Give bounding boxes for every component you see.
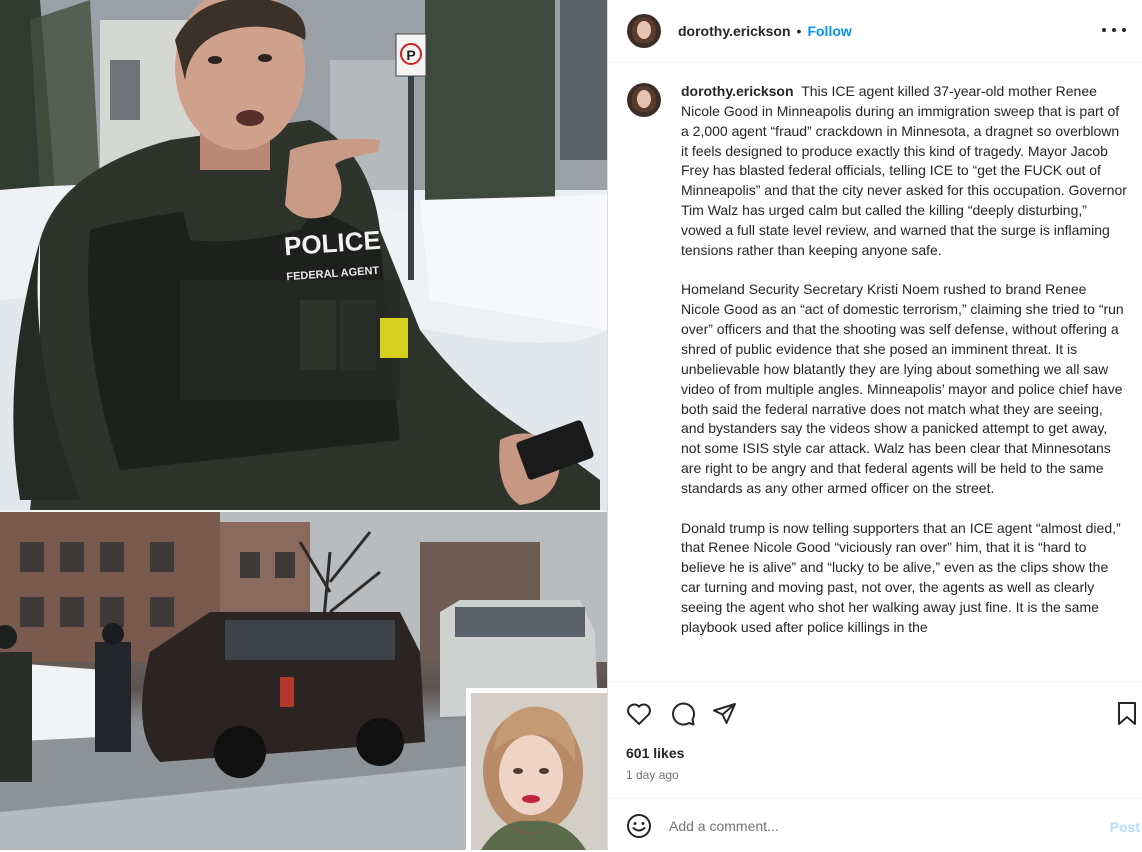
photo-agent: P POLICE FEDERAL AGENT [0,0,607,510]
separator-dot: • [796,23,802,39]
post-actions: 601 likes 1 day ago Post [608,681,1142,851]
caption-username[interactable]: dorothy.erickson [681,83,794,99]
caption: dorothy.erickson This ICE agent killed 3… [681,82,1129,657]
comment-bar: Post [608,798,1142,852]
header-username[interactable]: dorothy.erickson [678,23,791,39]
caption-paragraph: Donald trump is now telling supporters t… [681,519,1121,635]
avatar[interactable] [627,14,661,48]
bookmark-icon[interactable] [1116,701,1138,727]
caption-scroll-area[interactable]: dorothy.erickson This ICE agent killed 3… [608,63,1142,681]
post-comment-button[interactable]: Post [1110,819,1140,835]
svg-text:P: P [406,47,415,63]
comment-icon[interactable] [670,701,696,727]
follow-button[interactable]: Follow [807,23,851,39]
caption-paragraph: dorothy.erickson This ICE agent killed 3… [681,83,1127,258]
post-header: dorothy.erickson • Follow [608,0,1142,63]
emoji-icon[interactable] [626,813,652,839]
post-timestamp[interactable]: 1 day ago [626,768,679,782]
post-media[interactable]: P POLICE FEDERAL AGENT [0,0,607,850]
heart-icon[interactable] [626,702,652,726]
portrait-photo [471,693,607,850]
more-options-icon[interactable] [1102,20,1126,40]
likes-count[interactable]: 601 likes [626,745,684,761]
photo-agent-art: P POLICE FEDERAL AGENT [0,0,607,510]
inset-portrait [466,688,607,850]
send-icon[interactable] [712,701,738,727]
caption-paragraph: Homeland Security Secretary Kristi Noem … [681,281,1124,496]
caption-avatar[interactable] [627,83,661,117]
portrait-art [471,693,607,850]
post-panel: dorothy.erickson • Follow dorothy.ericks… [607,0,1142,850]
comment-input[interactable] [669,814,1069,838]
